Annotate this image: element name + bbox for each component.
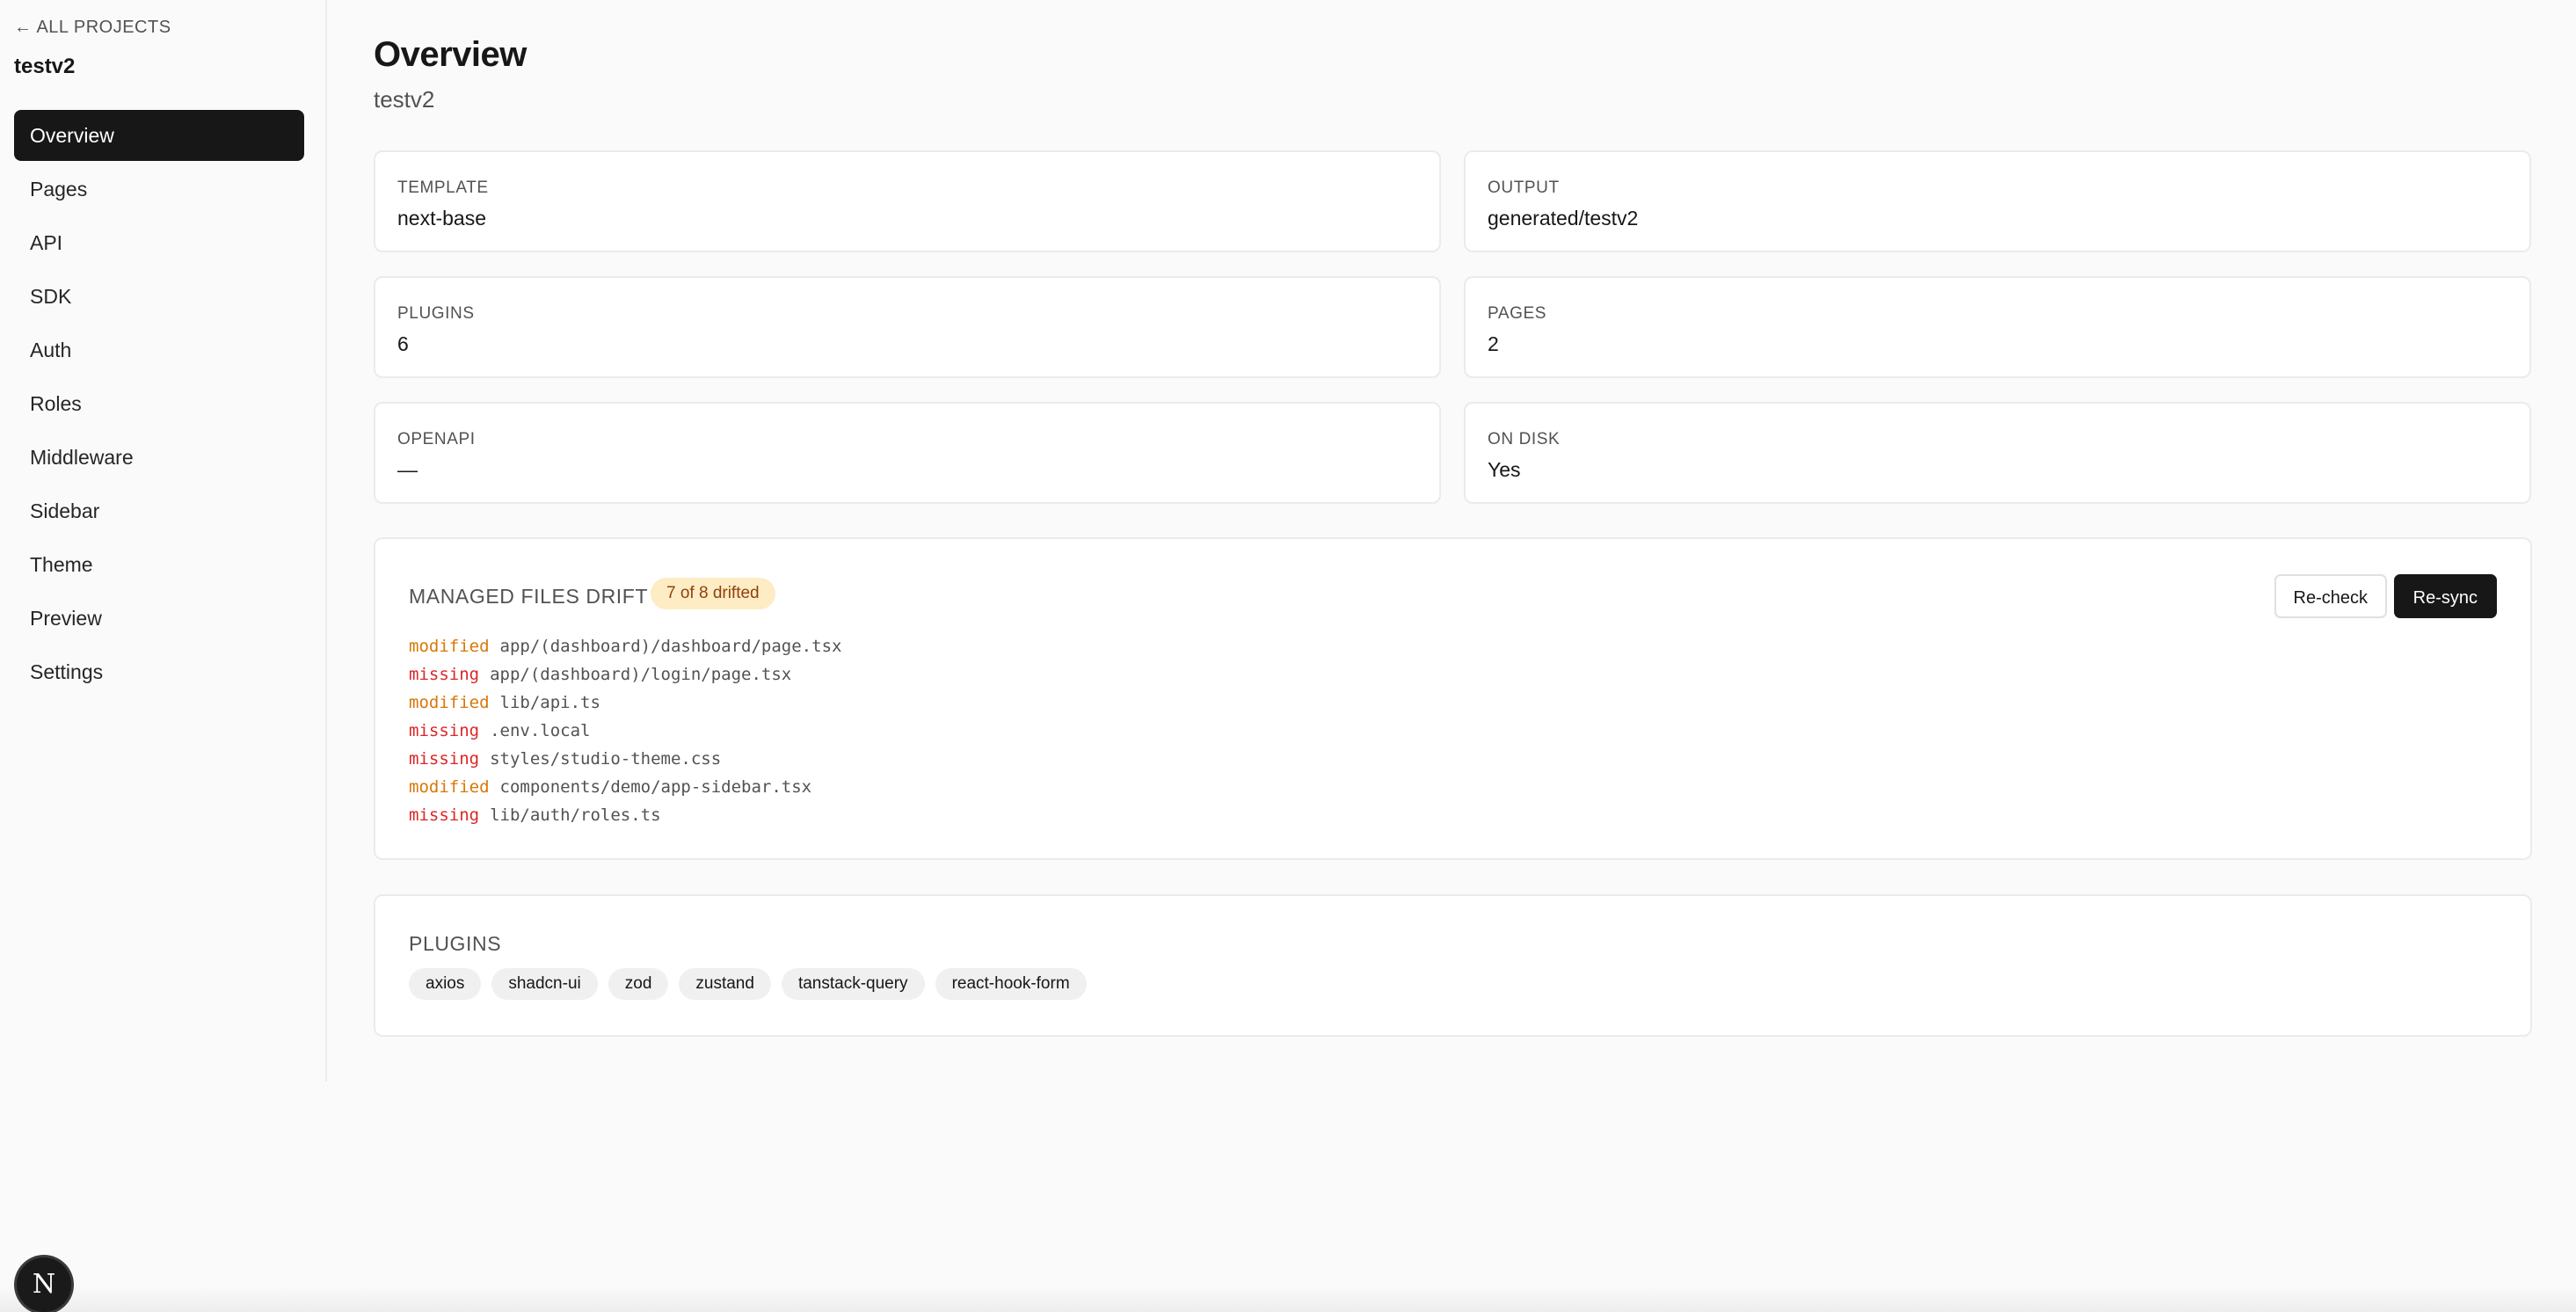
on-disk-card: ON DISK Yes bbox=[1464, 402, 2531, 504]
sidebar-item-roles[interactable]: Roles bbox=[14, 378, 304, 429]
card-value: 6 bbox=[397, 332, 409, 355]
card-label: PAGES bbox=[1488, 304, 1547, 323]
card-value: — bbox=[397, 458, 418, 481]
drift-status: missing bbox=[409, 749, 480, 769]
openapi-card: OPENAPI — bbox=[374, 402, 1441, 504]
drift-count-badge: 7 of 8 drifted bbox=[651, 578, 775, 609]
card-value: generated/testv2 bbox=[1488, 207, 1639, 230]
pages-card: PAGES 2 bbox=[1464, 276, 2531, 378]
card-value: Yes bbox=[1488, 458, 1521, 481]
drift-row: modified components/demo/app-sidebar.tsx bbox=[409, 773, 841, 801]
drift-path: styles/studio-theme.css bbox=[490, 749, 722, 769]
drift-status: modified bbox=[409, 693, 490, 712]
plugin-chip-list: axios shadcn-ui zod zustand tanstack-que… bbox=[409, 968, 1087, 1000]
card-label: ON DISK bbox=[1488, 430, 1561, 448]
output-card: OUTPUT generated/testv2 bbox=[1464, 150, 2531, 252]
drift-row: missing app/(dashboard)/login/page.tsx bbox=[409, 660, 841, 689]
sidebar: ← ALL PROJECTS testv2 Overview Pages API… bbox=[0, 0, 327, 1082]
card-label: TEMPLATE bbox=[397, 179, 489, 197]
drift-status: missing bbox=[409, 665, 480, 684]
card-value: next-base bbox=[397, 207, 487, 230]
card-label: OUTPUT bbox=[1488, 179, 1560, 197]
sidebar-item-sdk[interactable]: SDK bbox=[14, 271, 304, 322]
drift-path: lib/api.ts bbox=[499, 693, 600, 712]
plugin-chip: zustand bbox=[679, 968, 771, 1000]
card-value: 2 bbox=[1488, 332, 1499, 355]
drift-title: MANAGED FILES DRIFT bbox=[409, 585, 649, 608]
drift-row: missing .env.local bbox=[409, 717, 841, 745]
drift-panel: MANAGED FILES DRIFT 7 of 8 drifted Re-ch… bbox=[374, 537, 2532, 860]
sidebar-item-middleware[interactable]: Middleware bbox=[14, 432, 304, 483]
project-name: testv2 bbox=[14, 55, 76, 78]
plugin-chip: tanstack-query bbox=[781, 968, 925, 1000]
sidebar-item-overview[interactable]: Overview bbox=[14, 110, 304, 161]
drift-path: app/(dashboard)/dashboard/page.tsx bbox=[499, 637, 842, 656]
plugins-title: PLUGINS bbox=[409, 932, 502, 955]
drift-row: modified lib/api.ts bbox=[409, 689, 841, 717]
drift-path: lib/auth/roles.ts bbox=[490, 805, 661, 825]
page-subtitle: testv2 bbox=[374, 86, 435, 113]
sidebar-item-api[interactable]: API bbox=[14, 217, 304, 268]
sidebar-item-theme[interactable]: Theme bbox=[14, 539, 304, 590]
drift-row: modified app/(dashboard)/dashboard/page.t… bbox=[409, 632, 841, 660]
sidebar-nav: Overview Pages API SDK Auth Roles Middle… bbox=[14, 110, 304, 700]
bottom-fade bbox=[0, 1286, 2576, 1312]
plugin-chip: zod bbox=[608, 968, 669, 1000]
drift-path: .env.local bbox=[490, 721, 591, 740]
card-label: OPENAPI bbox=[397, 430, 476, 448]
drift-status: modified bbox=[409, 637, 490, 656]
sidebar-item-preview[interactable]: Preview bbox=[14, 593, 304, 644]
recheck-button[interactable]: Re-check bbox=[2274, 574, 2387, 618]
all-projects-link[interactable]: ← ALL PROJECTS bbox=[14, 18, 171, 38]
plugin-chip: axios bbox=[409, 968, 482, 1000]
drift-row: missing lib/auth/roles.ts bbox=[409, 801, 841, 829]
sidebar-item-sidebar[interactable]: Sidebar bbox=[14, 485, 304, 536]
plugin-chip: shadcn-ui bbox=[491, 968, 598, 1000]
sidebar-item-auth[interactable]: Auth bbox=[14, 324, 304, 375]
drift-list: modified app/(dashboard)/dashboard/page.t… bbox=[409, 632, 841, 829]
drift-path: app/(dashboard)/login/page.tsx bbox=[490, 665, 792, 684]
template-card: TEMPLATE next-base bbox=[374, 150, 1441, 252]
resync-button[interactable]: Re-sync bbox=[2393, 574, 2497, 618]
plugins-card: PLUGINS 6 bbox=[374, 276, 1441, 378]
drift-status: missing bbox=[409, 721, 480, 740]
sidebar-item-settings[interactable]: Settings bbox=[14, 646, 304, 697]
drift-path: components/demo/app-sidebar.tsx bbox=[499, 777, 812, 797]
nextjs-devtools-icon[interactable]: N bbox=[17, 1257, 71, 1312]
plugin-chip: react-hook-form bbox=[935, 968, 1087, 1000]
drift-status: missing bbox=[409, 805, 480, 825]
card-label: PLUGINS bbox=[397, 304, 475, 323]
drift-status: modified bbox=[409, 777, 490, 797]
sidebar-item-pages[interactable]: Pages bbox=[14, 164, 304, 215]
plugins-panel: PLUGINS axios shadcn-ui zod zustand tans… bbox=[374, 894, 2532, 1037]
page-title: Overview bbox=[374, 35, 527, 74]
drift-row: missing styles/studio-theme.css bbox=[409, 745, 841, 773]
